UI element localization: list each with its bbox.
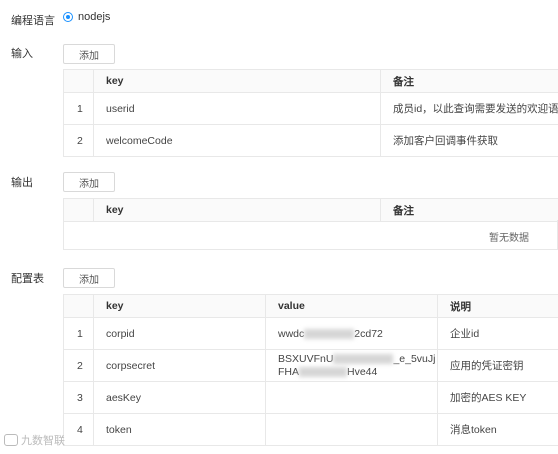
note-header: 备注 [380,69,558,93]
table-row: 3 aesKey 加密的AES KEY [63,381,558,414]
row-note: 添加客户回调事件获取 [380,124,558,157]
value-line-2-start: FHA [278,365,299,378]
input-add-button[interactable]: 添加 [63,44,115,64]
row-index: 4 [63,413,94,446]
row-value: wwdc 2cd72 [265,317,438,350]
key-header: key [93,294,266,318]
desc-header: 说明 [437,294,558,318]
table-row: 2 corpsecret BSXUVFnU _e_5vuJj FHA Hve44 应… [63,349,558,382]
table-row: 1 corpid wwdc 2cd72 企业id [63,317,558,350]
config-table: key value 说明 1 corpid wwdc 2cd72 企业id 2 c… [63,294,558,446]
language-radio-nodejs[interactable]: nodejs [63,11,110,23]
table-row: 2 welcomeCode 添加客户回调事件获取 [63,124,558,157]
row-desc: 应用的凭证密钥 [437,349,558,382]
row-desc: 加密的AES KEY [437,381,558,414]
language-label: 编程语言 [11,15,55,27]
value-line-1-end: _e_5vuJj [393,352,436,365]
index-header [63,69,94,93]
note-header: 备注 [380,198,558,222]
watermark-text: 九数智联 [21,435,65,447]
row-index: 1 [63,317,94,350]
row-index: 1 [63,92,94,125]
row-index: 3 [63,381,94,414]
index-header [63,294,94,318]
output-add-button[interactable]: 添加 [63,172,115,192]
row-desc: 消息token [437,413,558,446]
row-index: 2 [63,349,94,382]
row-value [265,381,438,414]
row-key: welcomeCode [93,124,381,157]
index-header [63,198,94,222]
key-header: key [93,69,381,93]
row-key: userid [93,92,381,125]
radio-selected-icon [63,12,73,22]
value-visible-end: 2cd72 [354,327,383,340]
row-value [265,413,438,446]
redacted-blur [304,328,355,339]
row-index: 2 [63,124,94,157]
output-empty-placeholder: 暂无数据 [63,220,558,250]
row-key: corpid [93,317,266,350]
language-option: nodejs [78,11,111,23]
table-row: 4 token 消息token [63,413,558,446]
row-key: token [93,413,266,446]
row-note: 成员id，以此查询需要发送的欢迎语 [380,92,558,125]
config-section-label: 配置表 [11,273,44,285]
output-table-header: key 备注 [63,198,558,222]
table-row: 1 userid 成员id，以此查询需要发送的欢迎语 [63,92,558,125]
value-visible-start: wwdc [278,327,305,340]
watermark-logo-icon [4,434,18,446]
watermark: 九数智联 [4,432,65,448]
output-table: key 备注 [63,198,558,222]
value-line-2-end: Hve44 [347,365,378,378]
input-table-header: key 备注 [63,69,558,93]
config-add-button[interactable]: 添加 [63,268,115,288]
empty-text: 暂无数据 [489,233,529,244]
redacted-blur [299,366,347,377]
key-header: key [93,198,381,222]
input-table: key 备注 1 userid 成员id，以此查询需要发送的欢迎语 2 welc… [63,69,558,157]
row-desc: 企业id [437,317,558,350]
row-value: BSXUVFnU _e_5vuJj FHA Hve44 [265,349,438,382]
value-header: value [265,294,438,318]
row-key: aesKey [93,381,266,414]
config-table-header: key value 说明 [63,294,558,318]
row-key: corpsecret [93,349,266,382]
redacted-blur [333,353,394,364]
output-section-label: 输出 [11,177,33,189]
value-line-1-start: BSXUVFnU [278,352,334,365]
input-section-label: 输入 [11,48,33,60]
